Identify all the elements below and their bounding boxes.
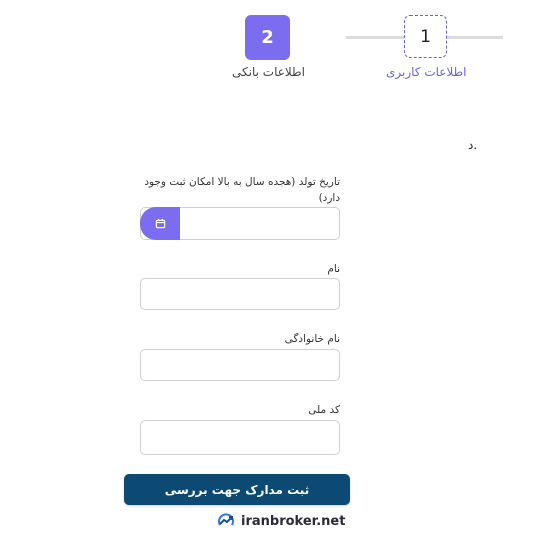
first-name-label: نام — [327, 263, 340, 275]
submit-documents-button[interactable]: ثبت مدارک جهت بررسی — [124, 474, 350, 505]
intro-text: .د — [468, 138, 478, 152]
watermark: iranbroker.net — [217, 512, 345, 530]
step-1-number: 1 — [420, 26, 431, 47]
step-1-label: اطلاعات کاربری — [386, 65, 467, 79]
stepper-line-right — [447, 36, 503, 39]
last-name-field[interactable] — [140, 349, 340, 381]
calendar-icon — [155, 218, 165, 229]
last-name-label: نام خانوادگی — [284, 333, 340, 345]
first-name-field[interactable] — [140, 278, 340, 310]
trend-chart-icon — [218, 513, 234, 526]
step-2-number: 2 — [261, 27, 274, 48]
national-code-field[interactable] — [140, 420, 340, 455]
step-2-label: اطلاعات بانکی — [232, 65, 305, 79]
national-code-label: کد ملی — [308, 404, 340, 416]
step-2-indicator[interactable]: 2 — [245, 15, 290, 60]
step-1-indicator[interactable]: 1 — [404, 15, 447, 58]
watermark-text: iranbroker.net — [241, 513, 346, 529]
calendar-button[interactable] — [140, 207, 180, 240]
stepper-line-left — [346, 36, 404, 39]
birth-date-label: تاریخ تولد (هجده سال به بالا امکان ثبت و… — [144, 176, 340, 204]
